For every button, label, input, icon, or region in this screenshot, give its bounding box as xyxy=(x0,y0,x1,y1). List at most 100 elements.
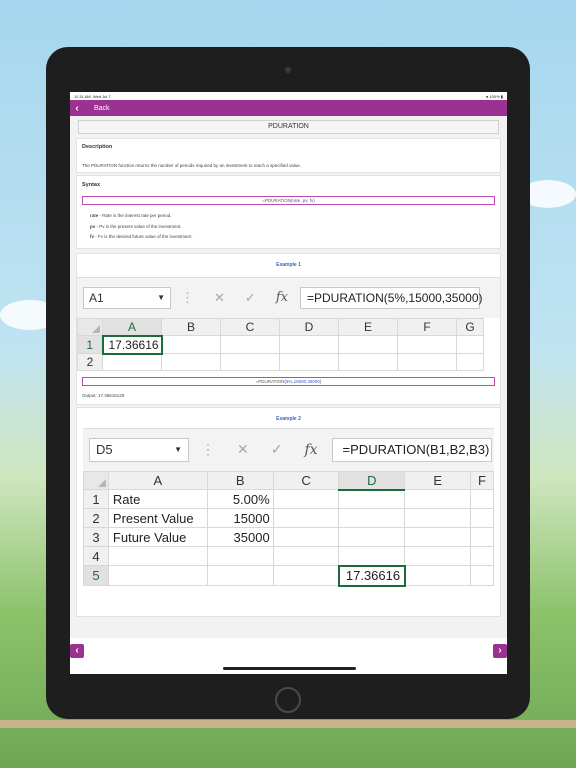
formula-bar[interactable]: =PDURATION(5%,15000,35000) xyxy=(299,286,483,309)
column-header[interactable]: A xyxy=(102,317,162,337)
confirm-icon[interactable]: ✓ xyxy=(245,290,256,306)
formula-icons: ⋮ ✕ ✓ fx xyxy=(201,441,318,458)
fx-icon[interactable]: fx xyxy=(276,290,288,305)
cell[interactable] xyxy=(206,546,274,566)
formula-bar[interactable]: =PDURATION(B1,B2,B3) xyxy=(331,437,492,462)
select-all-corner[interactable] xyxy=(77,317,103,336)
description-card: Description The PDURATION function retur… xyxy=(76,138,501,173)
cell[interactable] xyxy=(338,508,406,528)
cancel-icon[interactable]: ✕ xyxy=(214,290,225,306)
example2-title: Example 2 xyxy=(276,415,301,422)
camera xyxy=(285,67,291,73)
cell-a3[interactable]: Future Value xyxy=(107,527,208,547)
cell-b2[interactable]: 15000 xyxy=(206,508,274,528)
cell[interactable] xyxy=(470,527,494,547)
arg-fv: fv - Fv is the desired future value of t… xyxy=(90,232,495,243)
cell[interactable] xyxy=(404,527,472,547)
row-header[interactable]: 2 xyxy=(83,508,109,528)
cell[interactable] xyxy=(338,527,406,547)
scroll-content[interactable]: PDURATION Description The PDURATION func… xyxy=(70,116,507,674)
cell[interactable] xyxy=(456,335,484,354)
cell[interactable] xyxy=(470,546,494,566)
confirm-icon[interactable]: ✓ xyxy=(271,441,283,458)
more-icon: ⋮ xyxy=(181,289,194,305)
cell[interactable] xyxy=(279,335,339,354)
row-header[interactable]: 1 xyxy=(83,489,109,509)
cell-b1[interactable]: 5.00% xyxy=(206,489,274,509)
syntax-heading: Syntax xyxy=(82,182,101,188)
column-header[interactable]: F xyxy=(397,317,457,336)
cell[interactable] xyxy=(470,565,494,586)
select-all-corner[interactable] xyxy=(83,470,109,490)
column-header[interactable]: C xyxy=(220,317,280,336)
arg-pv: pv - Pv is the present value of the inve… xyxy=(90,222,495,233)
cell[interactable] xyxy=(470,508,494,528)
cell[interactable] xyxy=(102,353,162,371)
cell-d5[interactable]: 17.36616 xyxy=(337,564,406,587)
column-header[interactable]: B xyxy=(161,317,221,336)
cell[interactable] xyxy=(397,335,457,354)
fx-icon[interactable]: fx xyxy=(304,442,317,458)
next-button[interactable]: › xyxy=(493,644,507,658)
cell[interactable] xyxy=(272,527,340,547)
column-header[interactable]: A xyxy=(107,470,208,490)
cell[interactable] xyxy=(338,489,406,509)
row-header[interactable]: 2 xyxy=(77,353,103,371)
cell[interactable] xyxy=(338,335,398,354)
cell[interactable] xyxy=(220,335,280,354)
formula-suffix: ) xyxy=(313,198,315,203)
status-bar: 11:31 AM Wed Jul 7 ● 100% ▮ xyxy=(70,92,507,100)
cell-a2[interactable]: Present Value xyxy=(107,508,208,528)
cell[interactable] xyxy=(161,335,221,354)
cell[interactable] xyxy=(397,353,457,371)
prev-button[interactable]: ‹ xyxy=(70,644,84,658)
column-header[interactable]: E xyxy=(404,470,472,490)
cell[interactable] xyxy=(338,546,406,566)
cell[interactable] xyxy=(470,489,494,509)
formula-args: rate, pv, fv xyxy=(292,198,314,203)
cell[interactable] xyxy=(107,546,208,566)
cell-a1[interactable]: Rate xyxy=(107,489,208,509)
column-header[interactable]: E xyxy=(338,317,398,336)
dropdown-icon[interactable]: ▼ xyxy=(174,445,182,454)
cell[interactable] xyxy=(272,508,340,528)
column-header[interactable]: F xyxy=(470,470,494,490)
cell[interactable] xyxy=(404,508,472,528)
cell[interactable] xyxy=(161,353,221,371)
back-chevron-icon[interactable]: ‹ xyxy=(70,103,84,114)
cell[interactable] xyxy=(279,353,339,371)
home-button[interactable] xyxy=(275,687,301,713)
more-icon: ⋮ xyxy=(201,441,215,457)
column-header[interactable]: C xyxy=(272,470,340,490)
column-header[interactable]: B xyxy=(206,470,274,490)
cell[interactable] xyxy=(107,565,208,586)
column-header[interactable]: D xyxy=(279,317,339,336)
row-header[interactable]: 5 xyxy=(83,565,109,586)
cell[interactable] xyxy=(404,546,472,566)
cell[interactable] xyxy=(338,353,398,371)
cell-a1[interactable]: 17.36616 xyxy=(101,334,163,355)
row-header[interactable]: 3 xyxy=(83,527,109,547)
description-text: The PDURATION function returns the numbe… xyxy=(82,163,302,168)
column-header[interactable]: D xyxy=(338,470,406,491)
cell[interactable] xyxy=(220,353,280,371)
dropdown-icon[interactable]: ▼ xyxy=(157,293,165,302)
cell[interactable] xyxy=(404,565,472,586)
cell[interactable] xyxy=(272,565,340,586)
cell[interactable] xyxy=(404,489,472,509)
name-box[interactable]: D5 ▼ xyxy=(89,437,189,462)
status-time: 11:31 AM xyxy=(74,93,91,99)
row-header[interactable]: 4 xyxy=(83,546,109,566)
cell[interactable] xyxy=(206,565,274,586)
example2-spreadsheet: D5 ▼ ⋮ ✕ ✓ fx =PDURATION(B1,B2,B3) A B C… xyxy=(83,427,494,587)
cancel-icon[interactable]: ✕ xyxy=(237,441,249,458)
row-header[interactable]: 1 xyxy=(77,335,103,354)
cell-b3[interactable]: 35000 xyxy=(206,527,274,547)
cell[interactable] xyxy=(272,546,340,566)
column-header[interactable]: G xyxy=(456,317,484,336)
cell[interactable] xyxy=(456,353,484,371)
name-box[interactable]: A1 ▼ xyxy=(83,286,171,309)
grid-table: A B C D E F 1 Rate 5.00% 2 Present Value… xyxy=(83,470,494,587)
back-button[interactable]: Back xyxy=(94,105,110,112)
cell[interactable] xyxy=(272,489,340,509)
